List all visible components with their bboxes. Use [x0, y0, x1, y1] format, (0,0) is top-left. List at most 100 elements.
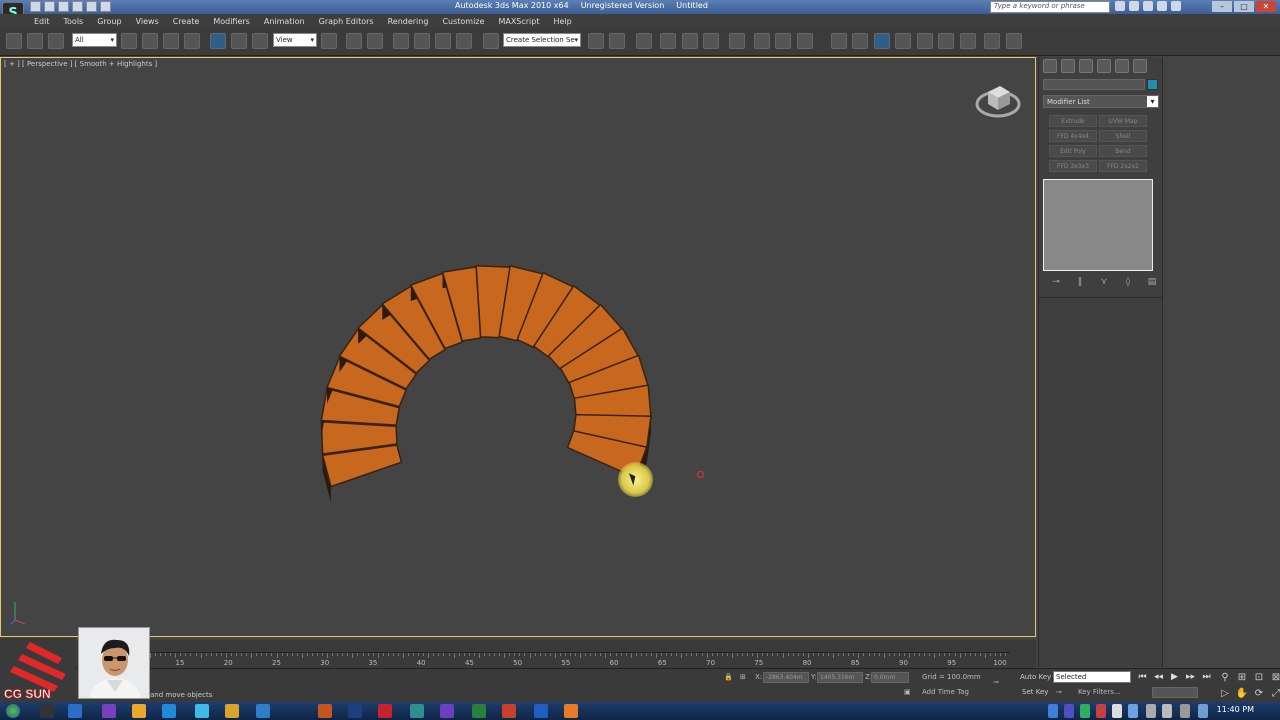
field-of-view-icon[interactable]: ▷ — [1218, 687, 1232, 700]
app-icon-4[interactable] — [534, 704, 548, 718]
align-icon[interactable] — [609, 33, 625, 49]
acrobat-icon[interactable] — [378, 704, 392, 718]
modifier-stack-view[interactable] — [1043, 179, 1153, 271]
mirror-icon[interactable] — [588, 33, 604, 49]
ie-icon[interactable] — [162, 704, 176, 718]
select-move-icon[interactable] — [210, 33, 226, 49]
app-icon-3[interactable] — [502, 704, 516, 718]
maximize-viewport-icon[interactable]: ⤢ — [1269, 687, 1280, 700]
menu-rendering[interactable]: Rendering — [388, 17, 429, 26]
menu-tools[interactable]: Tools — [64, 17, 84, 26]
menu-modifiers[interactable]: Modifiers — [213, 17, 250, 26]
menu-animation[interactable]: Animation — [264, 17, 305, 26]
extra-tool-5-icon[interactable] — [938, 33, 954, 49]
z-coordinate-field[interactable]: 0.0mm — [871, 672, 909, 683]
hierarchy-tab-icon[interactable] — [1079, 59, 1093, 73]
archive-icon[interactable] — [225, 704, 239, 718]
select-by-name-icon[interactable] — [142, 33, 158, 49]
extra-tool-8-icon[interactable] — [1006, 33, 1022, 49]
unlink-icon[interactable] — [27, 33, 43, 49]
modifier-button-shell[interactable]: Shell — [1099, 130, 1147, 142]
tray-icon-1[interactable] — [1048, 704, 1058, 718]
pan-icon[interactable]: ✋ — [1235, 687, 1249, 700]
set-key-button[interactable]: Set Key — [1022, 688, 1048, 696]
display-tab-icon[interactable] — [1115, 59, 1129, 73]
create-tab-icon[interactable] — [1043, 59, 1057, 73]
go-to-end-icon[interactable]: ⏭ — [1200, 672, 1213, 683]
media-icon[interactable] — [102, 704, 116, 718]
select-rotate-icon[interactable] — [231, 33, 247, 49]
language-tray-icon[interactable] — [1198, 704, 1208, 718]
communication-icon[interactable] — [1143, 1, 1153, 11]
menu-group[interactable]: Group — [97, 17, 121, 26]
start-button-icon[interactable] — [6, 704, 20, 718]
extra-tool-7-icon[interactable] — [984, 33, 1000, 49]
perspective-viewport[interactable]: [ + ] [ Perspective ] [ Smooth + Highlig… — [0, 57, 1036, 637]
modifier-button-ffd-444[interactable]: FFD 4x4x4 — [1049, 130, 1097, 142]
extra-tool-6-icon[interactable] — [960, 33, 976, 49]
add-time-tag[interactable]: Add Time Tag — [922, 688, 969, 696]
modifier-button-bend[interactable]: Bend — [1099, 145, 1147, 157]
make-unique-icon[interactable]: ⋎ — [1097, 277, 1111, 289]
select-scale-icon[interactable] — [252, 33, 268, 49]
open-file-icon[interactable] — [44, 1, 55, 12]
search-input[interactable]: Type a keyword or phrase — [990, 1, 1110, 13]
close-button[interactable]: ✕ — [1256, 1, 1276, 12]
app-icon-2[interactable] — [472, 704, 486, 718]
select-link-icon[interactable] — [6, 33, 22, 49]
render-production-icon[interactable] — [797, 33, 813, 49]
illustrator-icon[interactable] — [318, 704, 332, 718]
track-bar[interactable]: 15 20 25 30 35 40 45 50 55 60 65 70 75 80 85 90 95 100 — [150, 652, 1010, 668]
window-crossing-icon[interactable] — [184, 33, 200, 49]
folder-icon[interactable] — [132, 704, 146, 718]
motion-tab-icon[interactable] — [1097, 59, 1111, 73]
search-icon[interactable] — [1115, 1, 1125, 11]
network-icon[interactable] — [195, 704, 209, 718]
material-editor-icon[interactable] — [729, 33, 745, 49]
pin-stack-icon[interactable]: ⊸ — [1049, 277, 1063, 289]
tray-icon-3[interactable] — [1080, 704, 1090, 718]
network-tray-icon[interactable] — [1162, 704, 1172, 718]
photoshop-icon[interactable] — [348, 704, 362, 718]
zoom-extents-all-icon[interactable]: ⊠ — [1269, 671, 1280, 684]
modifier-button-extrude[interactable]: Extrude — [1049, 115, 1097, 127]
menu-edit[interactable]: Edit — [34, 17, 50, 26]
previous-frame-icon[interactable]: ◂◂ — [1152, 672, 1165, 683]
modifier-list-dropdown[interactable]: Modifier List ▾ — [1043, 95, 1159, 108]
key-icon[interactable]: ⊸ — [993, 678, 999, 686]
rendered-frame-window-icon[interactable] — [775, 33, 791, 49]
named-selection-dropdown[interactable]: Create Selection Se — [503, 33, 581, 47]
edit-named-selection-icon[interactable] — [483, 33, 499, 49]
key-selection-dropdown[interactable]: Selected — [1053, 671, 1131, 683]
graphite-modeling-icon[interactable] — [831, 33, 847, 49]
menu-help[interactable]: Help — [554, 17, 572, 26]
manipulate-icon[interactable] — [346, 33, 362, 49]
utilities-tab-icon[interactable] — [1133, 59, 1147, 73]
x-coordinate-field[interactable]: -2863.404m — [763, 672, 809, 683]
reference-coordinate-dropdown[interactable]: View — [273, 33, 317, 47]
maximize-button[interactable]: □ — [1234, 1, 1254, 12]
rectangular-selection-icon[interactable] — [163, 33, 179, 49]
extra-tool-2-icon[interactable] — [874, 33, 890, 49]
show-end-result-icon[interactable]: ‖ — [1073, 277, 1087, 289]
zoom-extents-icon[interactable]: ⊡ — [1252, 671, 1266, 684]
lock-selection-icon[interactable]: 🔒 — [724, 673, 733, 681]
taskbar-clock[interactable]: 11:40 PM — [1217, 705, 1254, 714]
curve-editor-icon[interactable] — [682, 33, 698, 49]
orbit-icon[interactable]: ⟳ — [1252, 687, 1266, 700]
zoom-icon[interactable]: ⚲ — [1218, 671, 1232, 684]
keyboard-shortcut-toggle-icon[interactable] — [367, 33, 383, 49]
volume-tray-icon[interactable] — [1180, 704, 1190, 718]
time-tag-icon[interactable]: ▣ — [904, 688, 911, 696]
project-folder-icon[interactable] — [100, 1, 111, 12]
spinner-snap-icon[interactable] — [456, 33, 472, 49]
modifier-button-uvw-map[interactable]: UVW Map — [1099, 115, 1147, 127]
set-key-icon[interactable]: ⊸ — [1056, 688, 1062, 696]
subscription-icon[interactable] — [1129, 1, 1139, 11]
chevron-down-icon[interactable]: ▾ — [1147, 96, 1158, 107]
save-file-icon[interactable] — [58, 1, 69, 12]
pivot-center-icon[interactable] — [321, 33, 337, 49]
favorites-icon[interactable] — [1157, 1, 1167, 11]
object-color-swatch[interactable] — [1147, 79, 1158, 90]
angle-snap-icon[interactable] — [414, 33, 430, 49]
